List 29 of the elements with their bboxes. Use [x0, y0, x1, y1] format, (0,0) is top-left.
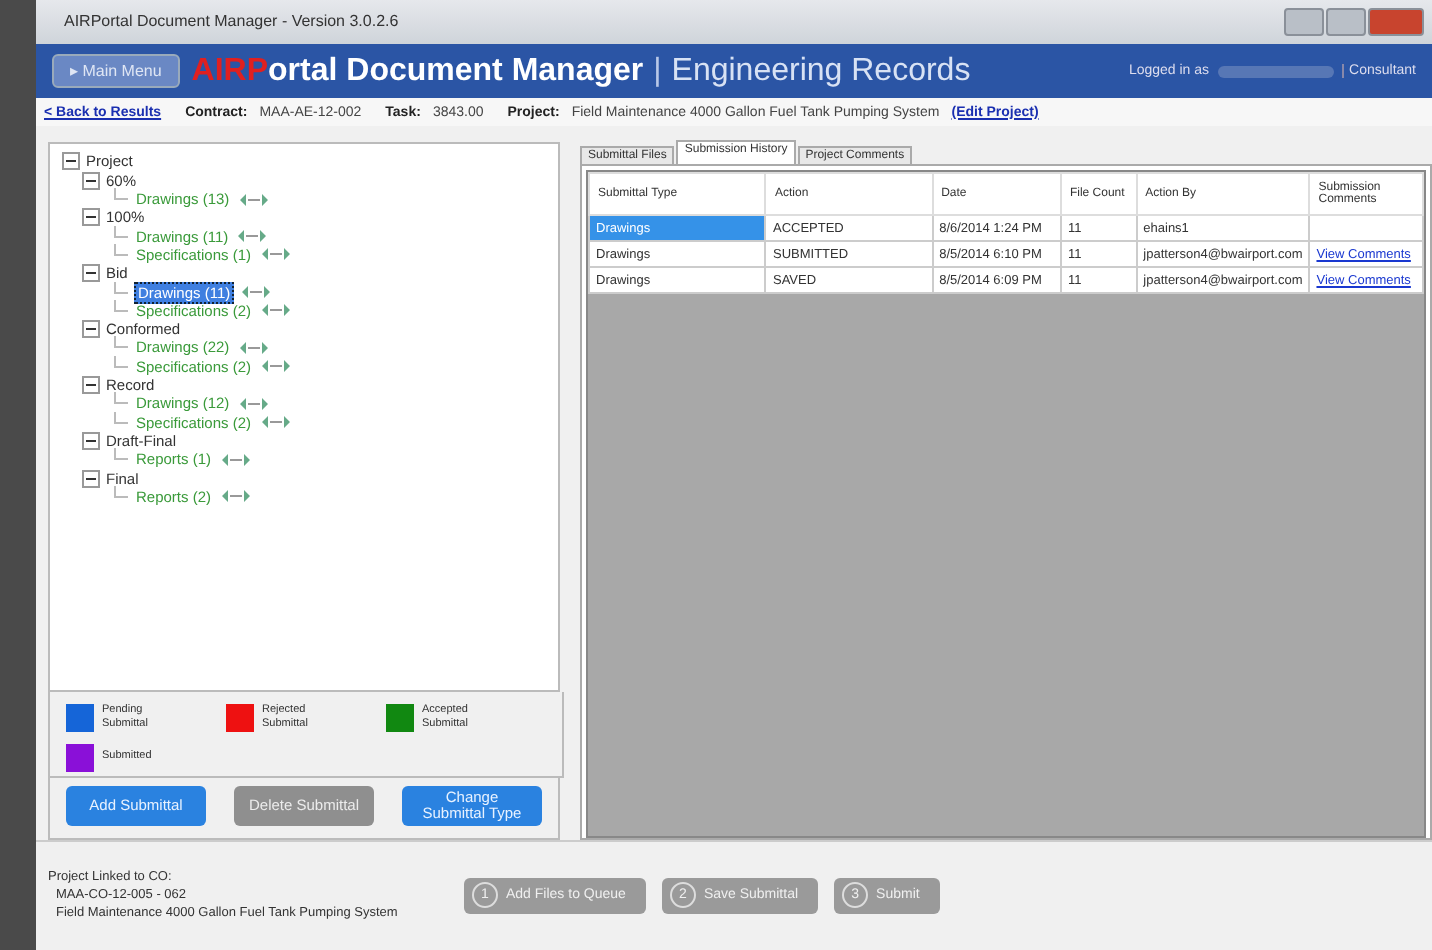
double-arrow-icon: [219, 451, 252, 468]
double-arrow-icon: [259, 414, 292, 431]
minimize-button[interactable]: [1284, 7, 1324, 36]
double-arrow-icon: [237, 339, 270, 356]
window-title: AIRPortal Document Manager - Version 3.0.2.6: [64, 12, 399, 31]
collapse-icon[interactable]: [82, 469, 100, 488]
double-arrow-icon: [259, 302, 292, 319]
collapse-icon[interactable]: [82, 171, 100, 190]
collapse-icon[interactable]: [82, 264, 100, 283]
close-button[interactable]: [1368, 7, 1424, 36]
double-arrow-icon: [237, 395, 270, 412]
maximize-button[interactable]: [1326, 7, 1366, 36]
double-arrow-icon: [259, 358, 292, 375]
user-name: [1217, 65, 1334, 78]
double-arrow-icon: [240, 284, 273, 301]
logo-mark: AIRP: [191, 53, 269, 90]
separator: |: [653, 53, 662, 90]
collapse-icon[interactable]: [82, 376, 100, 395]
section-title: Engineering Records: [671, 53, 971, 90]
double-arrow-icon: [237, 191, 270, 208]
collapse-icon[interactable]: [82, 320, 100, 339]
double-arrow-icon: [219, 488, 252, 505]
double-arrow-icon: [236, 228, 269, 245]
app-title: ortal Document Manager: [268, 53, 644, 90]
collapse-icon[interactable]: [82, 208, 100, 227]
main-menu-button[interactable]: ▸ Main Menu: [52, 54, 180, 89]
double-arrow-icon: [259, 246, 292, 263]
collapse-icon[interactable]: [62, 152, 80, 171]
collapse-icon[interactable]: [82, 431, 100, 450]
